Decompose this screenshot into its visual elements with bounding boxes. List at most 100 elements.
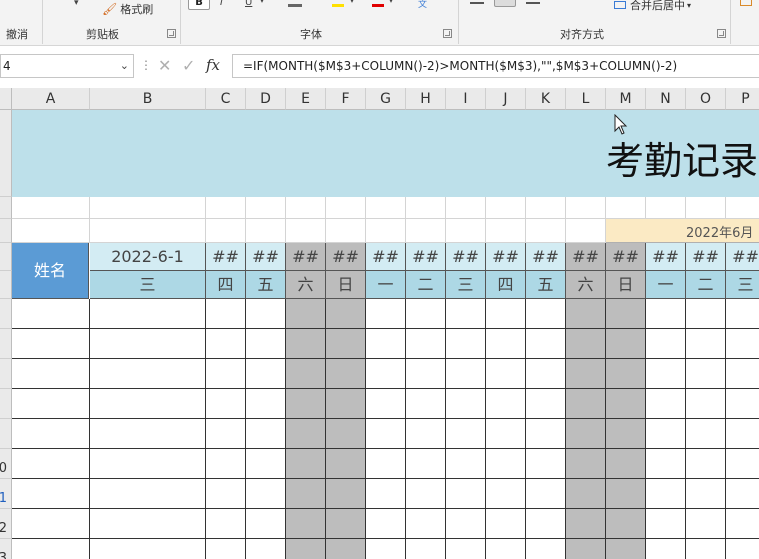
grid-cell[interactable] <box>90 197 206 219</box>
row-header[interactable] <box>0 389 12 419</box>
underline-button[interactable]: U <box>245 0 252 8</box>
attendance-cell[interactable] <box>446 329 486 359</box>
attendance-cell[interactable] <box>526 479 566 509</box>
attendance-cell[interactable] <box>486 389 526 419</box>
weekday-cell[interactable]: 三 <box>726 271 759 299</box>
attendance-cell[interactable] <box>486 419 526 449</box>
attendance-cell[interactable] <box>446 509 486 539</box>
grid-cell[interactable] <box>686 197 726 219</box>
attendance-cell[interactable] <box>326 359 366 389</box>
attendance-cell[interactable] <box>526 509 566 539</box>
weekday-cell[interactable]: 五 <box>246 271 286 299</box>
attendance-cell[interactable] <box>726 389 759 419</box>
row-header[interactable] <box>0 329 12 359</box>
attendance-cell[interactable] <box>206 419 246 449</box>
weekday-cell[interactable]: 三 <box>446 271 486 299</box>
grid-cell[interactable] <box>326 197 366 219</box>
attendance-cell[interactable] <box>206 389 246 419</box>
font-color-icon[interactable] <box>372 4 384 7</box>
attendance-cell[interactable] <box>726 479 759 509</box>
attendance-cell[interactable] <box>246 329 286 359</box>
attendance-cell[interactable] <box>686 359 726 389</box>
attendance-cell[interactable] <box>406 359 446 389</box>
attendance-cell[interactable] <box>206 329 246 359</box>
attendance-cell[interactable] <box>486 359 526 389</box>
attendance-cell[interactable] <box>686 539 726 559</box>
attendance-cell[interactable] <box>646 329 686 359</box>
date-cell[interactable]: ## <box>526 243 566 271</box>
attendance-cell[interactable] <box>366 509 406 539</box>
attendance-cell[interactable] <box>646 509 686 539</box>
attendance-cell[interactable] <box>486 299 526 329</box>
attendance-cell[interactable] <box>286 299 326 329</box>
attendance-cell[interactable] <box>646 299 686 329</box>
clipboard-launcher-icon[interactable] <box>167 29 176 38</box>
attendance-cell[interactable] <box>366 329 406 359</box>
attendance-cell[interactable] <box>12 419 90 449</box>
attendance-cell[interactable] <box>566 479 606 509</box>
grid-cell[interactable] <box>206 197 246 219</box>
column-header-l[interactable]: L <box>566 88 606 110</box>
attendance-cell[interactable] <box>526 389 566 419</box>
attendance-cell[interactable] <box>90 539 206 559</box>
attendance-cell[interactable] <box>90 479 206 509</box>
weekday-cell[interactable]: 六 <box>286 271 326 299</box>
column-header-b[interactable]: B <box>90 88 206 110</box>
date-cell[interactable]: ## <box>286 243 326 271</box>
grid-cell[interactable] <box>526 197 566 219</box>
attendance-cell[interactable] <box>206 359 246 389</box>
attendance-cell[interactable] <box>726 449 759 479</box>
attendance-cell[interactable] <box>286 479 326 509</box>
attendance-cell[interactable] <box>646 389 686 419</box>
weekday-cell[interactable]: 日 <box>606 271 646 299</box>
row-header[interactable]: 3 <box>0 539 12 559</box>
grid-cell[interactable] <box>366 219 406 243</box>
attendance-cell[interactable] <box>246 299 286 329</box>
weekday-cell[interactable]: 六 <box>566 271 606 299</box>
fill-color-dropdown-icon[interactable]: ▾ <box>350 0 354 5</box>
attendance-cell[interactable] <box>366 539 406 559</box>
column-header-e[interactable]: E <box>286 88 326 110</box>
column-header-p[interactable]: P <box>726 88 759 110</box>
select-all-corner[interactable] <box>0 88 12 110</box>
weekday-cell[interactable]: 一 <box>646 271 686 299</box>
merge-center-button[interactable]: 合并后居中 ▾ <box>614 0 691 14</box>
weekday-cell[interactable]: 三 <box>90 271 206 299</box>
attendance-cell[interactable] <box>446 419 486 449</box>
row-header[interactable]: 1 <box>0 479 12 509</box>
attendance-cell[interactable] <box>526 449 566 479</box>
attendance-cell[interactable] <box>246 509 286 539</box>
attendance-cell[interactable] <box>526 359 566 389</box>
row-header[interactable]: 2 <box>0 509 12 539</box>
attendance-cell[interactable] <box>286 419 326 449</box>
attendance-cell[interactable] <box>286 509 326 539</box>
attendance-cell[interactable] <box>686 329 726 359</box>
date-cell[interactable]: ## <box>566 243 606 271</box>
date-cell[interactable]: ## <box>686 243 726 271</box>
attendance-cell[interactable] <box>366 449 406 479</box>
attendance-cell[interactable] <box>686 479 726 509</box>
attendance-cell[interactable] <box>12 509 90 539</box>
attendance-cell[interactable] <box>326 449 366 479</box>
column-header-m[interactable]: M <box>606 88 646 110</box>
more-dots-icon[interactable]: ⋮ <box>140 58 152 72</box>
chevron-down-icon[interactable]: ⌄ <box>120 55 129 77</box>
attendance-cell[interactable] <box>90 419 206 449</box>
attendance-cell[interactable] <box>206 299 246 329</box>
column-header-k[interactable]: K <box>526 88 566 110</box>
attendance-cell[interactable] <box>206 449 246 479</box>
attendance-cell[interactable] <box>486 539 526 559</box>
grid-cell[interactable] <box>286 197 326 219</box>
attendance-cell[interactable] <box>446 539 486 559</box>
attendance-cell[interactable] <box>406 419 446 449</box>
attendance-cell[interactable] <box>566 419 606 449</box>
attendance-cell[interactable] <box>406 539 446 559</box>
column-header-o[interactable]: O <box>686 88 726 110</box>
grid-cell[interactable] <box>606 197 646 219</box>
attendance-cell[interactable] <box>446 449 486 479</box>
attendance-cell[interactable] <box>526 299 566 329</box>
attendance-cell[interactable] <box>366 389 406 419</box>
grid-cell[interactable] <box>486 197 526 219</box>
attendance-cell[interactable] <box>686 419 726 449</box>
row-header[interactable] <box>0 197 12 219</box>
